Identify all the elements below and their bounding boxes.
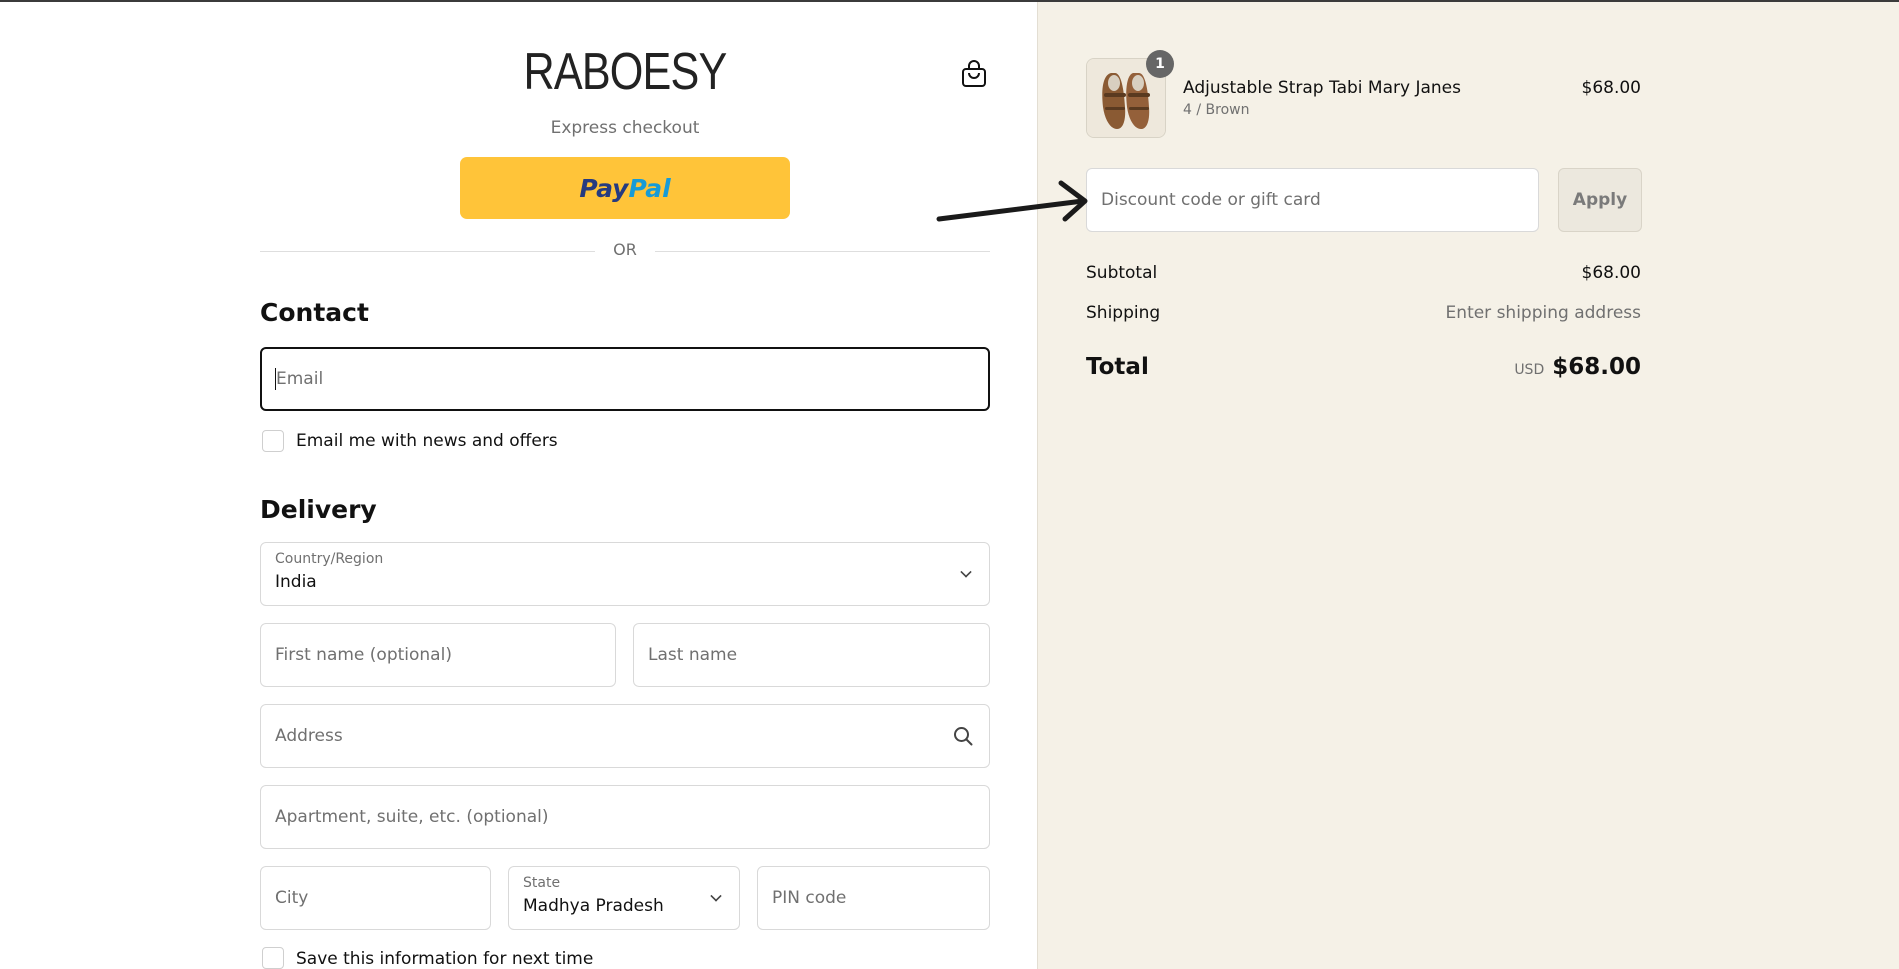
city-placeholder: City <box>275 888 309 908</box>
subtotal-value: $68.00 <box>1581 263 1641 283</box>
last-name-placeholder: Last name <box>648 645 738 665</box>
or-divider-text: OR <box>595 240 655 259</box>
order-summary-column: 1 Adjustable Strap Tabi Mary Janes 4 / B… <box>1037 2 1899 969</box>
save-info-label[interactable]: Save this information for next time <box>296 949 593 969</box>
address-placeholder: Address <box>275 726 343 746</box>
checkout-form-column: RABOESY Express checkout Pay Pal OR Conta… <box>0 2 1037 969</box>
total-label: Total <box>1086 354 1149 380</box>
paypal-button[interactable]: Pay Pal <box>460 157 790 219</box>
bag-icon[interactable] <box>961 60 987 88</box>
last-name-field[interactable]: Last name <box>633 623 990 687</box>
shipping-label: Shipping <box>1086 303 1161 323</box>
first-name-placeholder: First name (optional) <box>275 645 452 665</box>
quantity-badge: 1 <box>1146 50 1174 78</box>
shipping-value: Enter shipping address <box>1445 303 1641 323</box>
news-checkbox-label[interactable]: Email me with news and offers <box>296 431 558 451</box>
apartment-placeholder: Apartment, suite, etc. (optional) <box>275 807 549 827</box>
product-price: $68.00 <box>1581 78 1641 98</box>
save-info-checkbox[interactable] <box>262 947 284 969</box>
email-placeholder: Email <box>276 369 324 389</box>
first-name-field[interactable]: First name (optional) <box>260 623 616 687</box>
discount-placeholder: Discount code or gift card <box>1101 190 1321 210</box>
apply-button[interactable]: Apply <box>1558 168 1642 232</box>
paypal-wordmark-pay: Pay <box>579 173 629 203</box>
address-field[interactable]: Address <box>260 704 990 768</box>
contact-heading: Contact <box>260 298 369 327</box>
express-checkout-label: Express checkout <box>550 118 700 138</box>
state-label: State <box>523 875 561 891</box>
paypal-wordmark-pal: Pal <box>628 173 671 203</box>
arrow-icon <box>936 180 1088 222</box>
apartment-field[interactable]: Apartment, suite, etc. (optional) <box>260 785 990 849</box>
city-field[interactable]: City <box>260 866 491 930</box>
total-amount: USD $68.00 <box>1514 354 1641 380</box>
chevron-down-icon <box>960 566 972 578</box>
country-label: Country/Region <box>275 551 384 567</box>
state-value: Madhya Pradesh <box>523 896 664 916</box>
pin-code-field[interactable]: PIN code <box>757 866 990 930</box>
store-logo[interactable]: RABOESY <box>106 42 1144 102</box>
country-value: India <box>275 572 317 592</box>
subtotal-label: Subtotal <box>1086 263 1158 283</box>
country-select[interactable]: Country/Region India <box>260 542 990 606</box>
product-name: Adjustable Strap Tabi Mary Janes <box>1183 78 1461 98</box>
search-icon[interactable] <box>953 726 973 746</box>
discount-code-field[interactable]: Discount code or gift card <box>1086 168 1539 232</box>
state-select[interactable]: State Madhya Pradesh <box>508 866 740 930</box>
chevron-down-icon <box>710 890 722 902</box>
product-variant: 4 / Brown <box>1183 102 1250 118</box>
currency-code: USD <box>1514 362 1545 378</box>
email-field[interactable]: Email <box>260 347 990 411</box>
pin-code-placeholder: PIN code <box>772 888 847 908</box>
delivery-heading: Delivery <box>260 495 377 524</box>
news-checkbox[interactable] <box>262 430 284 452</box>
total-value: $68.00 <box>1552 354 1641 380</box>
